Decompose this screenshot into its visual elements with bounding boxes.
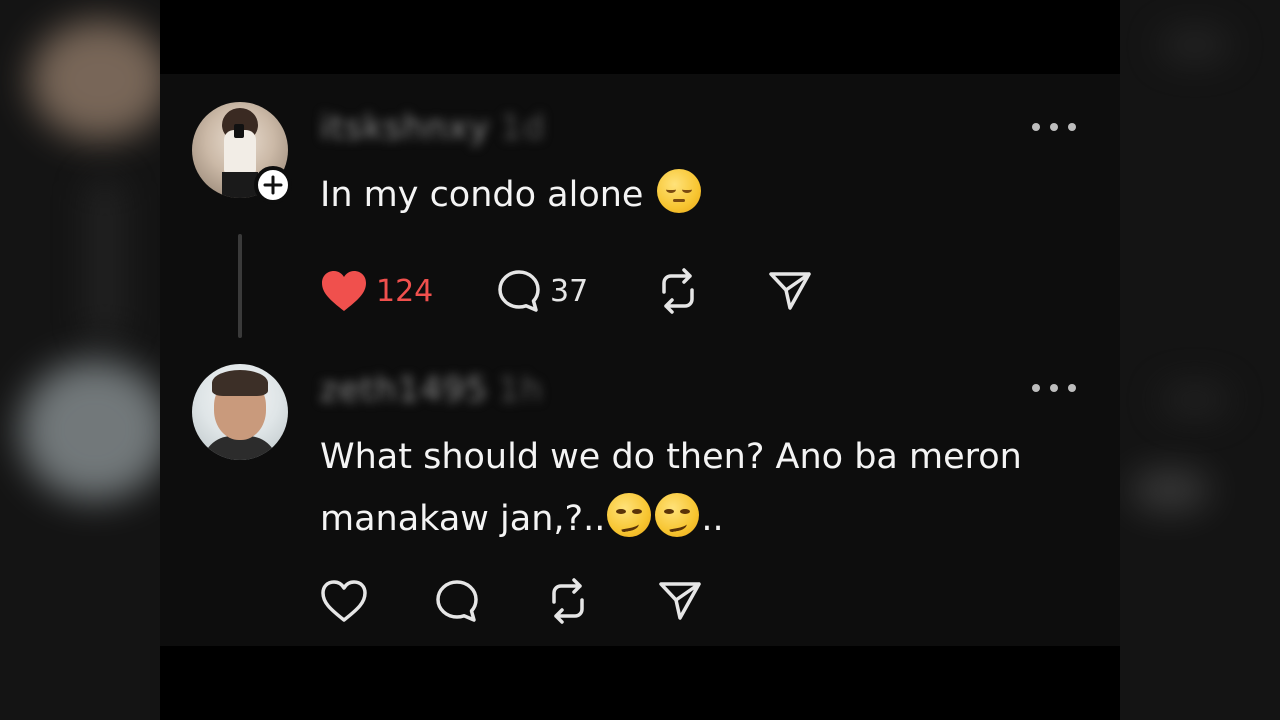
repost-button[interactable] bbox=[546, 576, 590, 626]
post-text-line-2: manakaw jan,?.... bbox=[320, 488, 1080, 550]
more-icon bbox=[1032, 384, 1040, 392]
more-options-button[interactable] bbox=[1032, 380, 1076, 396]
like-button[interactable] bbox=[320, 576, 368, 626]
share-icon bbox=[659, 582, 701, 620]
post-time: 1h bbox=[498, 370, 544, 410]
post-time: 1d bbox=[500, 108, 546, 148]
reply-button[interactable]: 37 bbox=[496, 266, 588, 316]
smirking-face-emoji bbox=[607, 493, 652, 537]
username[interactable]: itskshnxy 1d bbox=[320, 108, 545, 148]
like-count: 124 bbox=[376, 273, 434, 309]
username-text[interactable]: itskshnxy bbox=[320, 108, 490, 148]
pensive-face-emoji bbox=[656, 169, 701, 213]
comment-icon bbox=[436, 580, 478, 622]
letterbox-bottom bbox=[160, 646, 1120, 720]
post-text: What should we do then? Ano ba meron man… bbox=[320, 426, 1080, 550]
post-text-line-1: What should we do then? Ano ba meron bbox=[320, 437, 1022, 477]
avatar[interactable] bbox=[192, 364, 288, 460]
post-text-content: In my condo alone bbox=[320, 175, 644, 215]
reply-button[interactable] bbox=[434, 576, 480, 626]
share-button[interactable] bbox=[658, 576, 702, 626]
more-icon bbox=[1032, 123, 1040, 131]
post-text-line-2-prefix: manakaw jan,?.. bbox=[320, 499, 606, 539]
heart-icon bbox=[321, 580, 367, 622]
blurred-background-left bbox=[0, 0, 160, 720]
post-text: In my condo alone bbox=[320, 164, 1080, 226]
repost-icon bbox=[662, 268, 694, 314]
comment-icon bbox=[498, 270, 540, 312]
plus-icon bbox=[263, 175, 283, 195]
letterbox-top bbox=[160, 0, 1120, 74]
share-button[interactable] bbox=[768, 266, 812, 316]
repost-icon bbox=[552, 578, 584, 624]
blurred-background-right bbox=[1120, 0, 1280, 720]
smirking-face-emoji bbox=[655, 493, 700, 537]
username-text[interactable]: zeth1495 bbox=[320, 370, 488, 410]
post-text-line-2-suffix: .. bbox=[701, 499, 724, 539]
reply-count: 37 bbox=[550, 273, 589, 309]
follow-plus-button[interactable] bbox=[254, 166, 292, 204]
more-options-button[interactable] bbox=[1032, 119, 1076, 135]
thread-panel: itskshnxy 1d In my condo alone 124 37 ze… bbox=[160, 74, 1120, 646]
repost-button[interactable] bbox=[656, 266, 700, 316]
username[interactable]: zeth1495 1h bbox=[320, 370, 543, 410]
thread-connector-line bbox=[238, 234, 242, 338]
share-icon bbox=[769, 272, 811, 310]
like-button[interactable]: 124 bbox=[320, 266, 433, 316]
heart-icon bbox=[322, 271, 366, 311]
